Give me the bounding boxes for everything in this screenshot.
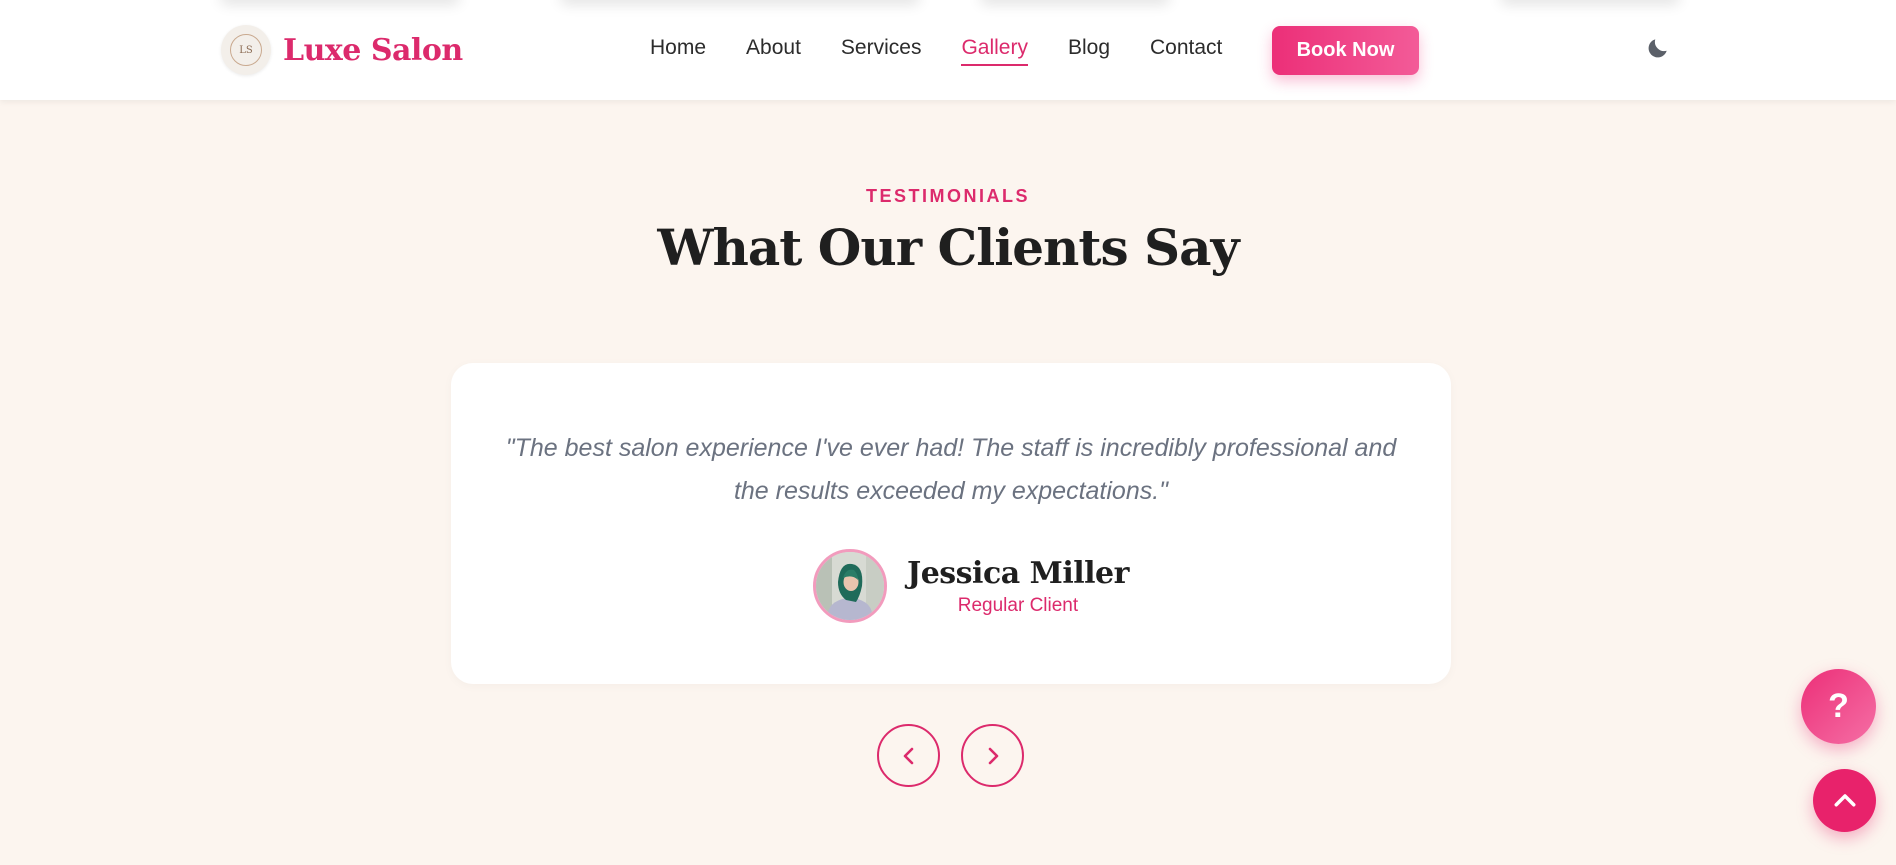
section-title: What Our Clients Say (657, 218, 1239, 277)
nav-link-home[interactable]: Home (650, 36, 706, 66)
next-testimonial-button[interactable] (961, 724, 1024, 787)
author-info: Jessica Miller Regular Client (907, 556, 1129, 617)
chevron-left-icon (903, 747, 913, 764)
avatar (813, 549, 887, 623)
previous-testimonial-button[interactable] (877, 724, 940, 787)
nav-link-about[interactable]: About (746, 36, 801, 66)
testimonial-quote: "The best salon experience I've ever had… (505, 434, 1397, 505)
nav-link-services[interactable]: Services (841, 36, 922, 66)
brand-link[interactable]: LS Luxe Salon (221, 25, 463, 75)
nav-link-blog[interactable]: Blog (1068, 36, 1110, 66)
nav-link-gallery[interactable]: Gallery (961, 36, 1028, 66)
logo-monogram: LS (230, 34, 262, 66)
site-header: LS Luxe Salon Home About Services Galler… (0, 0, 1896, 100)
nav-link-contact[interactable]: Contact (1150, 36, 1222, 66)
scroll-to-top-button[interactable] (1813, 769, 1876, 832)
logo: LS (221, 25, 271, 75)
brand-name: Luxe Salon (283, 32, 463, 68)
book-now-button[interactable]: Book Now (1272, 26, 1419, 75)
moon-icon[interactable] (1645, 35, 1671, 61)
chevron-up-icon (1834, 793, 1855, 806)
testimonial-card: "The best salon experience I've ever had… (451, 363, 1451, 684)
author-role: Regular Client (957, 594, 1079, 616)
help-button[interactable]: ? (1801, 669, 1876, 744)
testimonial-author: Jessica Miller Regular Client (813, 549, 1129, 623)
author-name: Jessica Miller (907, 555, 1129, 591)
chevron-right-icon (988, 747, 998, 764)
main-nav: Home About Services Gallery Blog Contact (650, 36, 1262, 66)
section-eyebrow: TESTIMONIALS (866, 186, 1030, 206)
